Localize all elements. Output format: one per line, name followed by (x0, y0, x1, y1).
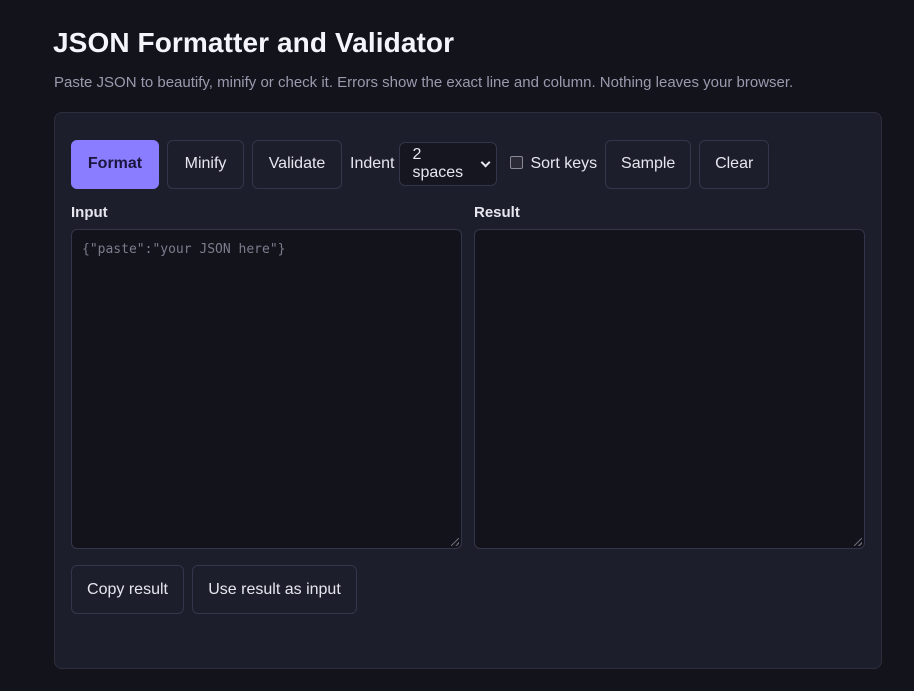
result-textarea[interactable] (474, 229, 865, 549)
page-title: JSON Formatter and Validator (53, 27, 455, 58)
use-result-as-input-button[interactable]: Use result as input (192, 565, 357, 614)
input-textarea[interactable]: {"paste":"your JSON here"} (71, 229, 462, 549)
clear-button[interactable]: Clear (699, 139, 770, 189)
format-button[interactable]: Format (71, 139, 159, 189)
resize-grip-icon[interactable] (854, 538, 862, 546)
input-placeholder: {"paste":"your JSON here"} (82, 242, 286, 257)
sort-keys-toggle[interactable]: Sort keys (510, 155, 597, 173)
copy-result-button[interactable]: Copy result (71, 565, 184, 614)
minify-button[interactable]: Minify (167, 139, 244, 189)
page-subtitle: Paste JSON to beautify, minify or check … (54, 74, 794, 91)
toolbar: Format Minify Validate Indent 2 spaces S… (71, 139, 770, 189)
chevron-down-icon (480, 157, 491, 167)
indent-select-value: 2 spaces (412, 146, 464, 181)
bottom-actions: Copy result Use result as input (71, 565, 357, 614)
indent-label: Indent (350, 155, 395, 172)
result-label: Result (474, 204, 520, 221)
input-label: Input (71, 204, 108, 221)
sample-button[interactable]: Sample (605, 139, 692, 189)
validate-button[interactable]: Validate (252, 139, 342, 189)
resize-grip-icon[interactable] (451, 538, 459, 546)
sort-keys-label: Sort keys (530, 155, 598, 172)
sort-keys-checkbox[interactable] (510, 155, 524, 169)
indent-select[interactable]: 2 spaces (399, 142, 498, 186)
formatter-panel: Format Minify Validate Indent 2 spaces S… (54, 112, 882, 669)
